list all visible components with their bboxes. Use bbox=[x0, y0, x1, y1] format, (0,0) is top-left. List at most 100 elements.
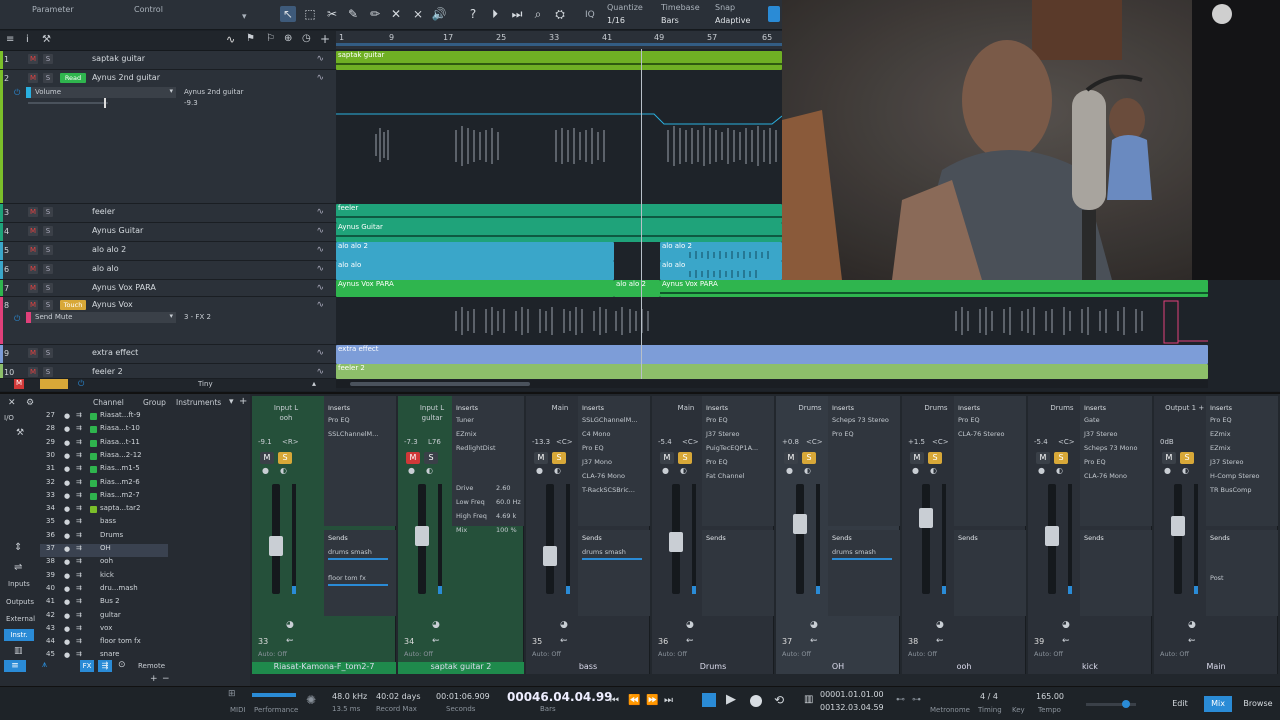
insert-slot[interactable]: Pro EQ bbox=[706, 416, 728, 424]
insert-slot[interactable]: TR BusComp bbox=[1210, 486, 1252, 494]
loop-range[interactable] bbox=[336, 43, 782, 46]
monitor-icon[interactable]: ◐ bbox=[1056, 466, 1063, 475]
playhead[interactable] bbox=[641, 49, 642, 379]
record-arm-icon[interactable]: ⇉ bbox=[76, 650, 82, 658]
autopunch-icon[interactable]: ⊶ bbox=[912, 695, 921, 705]
fader-cap[interactable] bbox=[919, 508, 933, 528]
sends-panel[interactable]: Sends drums smash floor tom fx bbox=[324, 530, 396, 616]
channel-list-item[interactable]: 43 ● ⇉ vox bbox=[40, 624, 168, 637]
insert-slot[interactable]: Pro EQ bbox=[706, 458, 728, 466]
automation-param-select[interactable]: Volume ▾ bbox=[26, 87, 176, 98]
eraser-tool-icon[interactable]: ✎ bbox=[345, 6, 361, 22]
automation-mode[interactable]: Auto: Off bbox=[404, 650, 433, 658]
channel-list-item[interactable]: 36 ● ⇉ Drums bbox=[40, 531, 168, 544]
monitor-icon[interactable]: ◐ bbox=[1182, 466, 1189, 475]
solo-button[interactable]: S bbox=[43, 283, 53, 293]
channel-list-item[interactable]: 37 ● ⇉ OH bbox=[40, 544, 168, 557]
loop-toggle-icon[interactable]: ▥ bbox=[804, 694, 813, 705]
automation-mode-badge[interactable]: Touch bbox=[60, 300, 86, 310]
mute-button[interactable]: M bbox=[28, 300, 38, 310]
insert-slot[interactable]: Pro EQ bbox=[958, 416, 980, 424]
plugin-param-value[interactable]: 2.60 bbox=[496, 484, 510, 492]
route-icon[interactable]: ⇜ bbox=[1188, 636, 1196, 646]
insert-slot[interactable]: Pro EQ bbox=[328, 416, 350, 424]
inserts-panel[interactable]: Inserts Scheps 73 Stereo Pro EQ bbox=[828, 396, 900, 526]
sends-panel[interactable]: Sends bbox=[1080, 530, 1152, 616]
mix-view-button[interactable]: Mix bbox=[1204, 696, 1232, 712]
sends-panel[interactable]: Sends drums smash bbox=[578, 530, 650, 616]
time-bars[interactable]: 00046.04.04.99 bbox=[507, 690, 613, 704]
browse-view-button[interactable]: Browse bbox=[1240, 696, 1276, 712]
pan-knob-icon[interactable]: ◕ bbox=[432, 620, 440, 630]
param-slider[interactable] bbox=[28, 98, 108, 108]
send-slot[interactable]: drums smash bbox=[582, 548, 626, 556]
audio-clip[interactable]: alo alo 2 bbox=[614, 280, 660, 297]
mute-button[interactable]: M bbox=[28, 73, 38, 83]
automation-icon[interactable]: ∿ bbox=[316, 367, 324, 377]
automation-icon[interactable]: ∿ bbox=[316, 348, 324, 358]
add-track-icon[interactable]: + bbox=[320, 32, 330, 46]
pan-value[interactable]: +0.8 bbox=[782, 438, 799, 446]
snap-icon[interactable]: ⛭ bbox=[552, 6, 568, 22]
insert-slot[interactable]: EZmix bbox=[456, 430, 477, 438]
channel-list-item[interactable]: 34 ● ⇉ sapta...tar2 bbox=[40, 504, 168, 517]
bend-tool-icon[interactable]: ⨯ bbox=[410, 6, 426, 22]
automation-mode[interactable]: Auto: Off bbox=[1034, 650, 1063, 658]
global-mute-button[interactable]: M bbox=[14, 379, 24, 389]
mute-button[interactable]: M bbox=[1162, 452, 1176, 464]
solo-button[interactable]: S bbox=[43, 54, 53, 64]
insert-slot[interactable]: T-RackSCSBric... bbox=[582, 486, 635, 494]
channel-list-item[interactable]: 30 ● ⇉ Riasa...2-12 bbox=[40, 451, 168, 464]
tempo-value[interactable]: 165.00 bbox=[1036, 692, 1064, 701]
track-row[interactable]: 5 M Salo alo 2 ∿ bbox=[0, 242, 336, 261]
add-icon[interactable]: + bbox=[239, 396, 247, 407]
route-icon[interactable]: ⇜ bbox=[1062, 636, 1070, 646]
inserts-panel[interactable]: Inserts Tuner EZmix RedlightDist Drive 2.60 Lo… bbox=[452, 396, 524, 534]
pan-value[interactable]: -5.4 bbox=[658, 438, 672, 446]
tools-icon[interactable]: ⚒ bbox=[16, 428, 24, 438]
pan-position[interactable]: L76 bbox=[428, 438, 441, 446]
solo-button[interactable]: S bbox=[43, 226, 53, 236]
record-icon[interactable]: ● bbox=[1038, 466, 1045, 475]
mixer-strip[interactable]: MainMix FX-5.4<C>MS●◐◕36⇜Auto: OffInsert… bbox=[652, 396, 774, 674]
inputs-button[interactable]: Inputs bbox=[8, 580, 30, 588]
insert-slot[interactable]: Scheps 73 Mono bbox=[1084, 444, 1137, 452]
close-icon[interactable]: ✕ bbox=[8, 398, 16, 408]
pan-knob-icon[interactable]: ◕ bbox=[686, 620, 694, 630]
link-icon[interactable]: ⇌ bbox=[14, 562, 22, 573]
automation-icon[interactable]: ∿ bbox=[316, 245, 324, 255]
insert-slot[interactable]: Pro EQ bbox=[1210, 416, 1232, 424]
record-arm-icon[interactable]: ⇉ bbox=[76, 504, 82, 512]
insert-slot[interactable]: PuigTecEQP1A... bbox=[706, 444, 758, 452]
tab-group[interactable]: Group bbox=[143, 398, 166, 407]
pan-knob-icon[interactable]: ◕ bbox=[936, 620, 944, 630]
channel-list-item[interactable]: 44 ● ⇉ floor tom fx bbox=[40, 637, 168, 650]
inserts-panel[interactable]: Inserts SSLGChannelM... C4 Mono Pro EQ J37 M… bbox=[578, 396, 650, 526]
split-tool-icon[interactable]: ✂ bbox=[324, 6, 340, 22]
time-signature[interactable]: 4 / 4 bbox=[980, 692, 998, 701]
audio-clip[interactable]: alo alo bbox=[660, 261, 782, 280]
automation-icon[interactable]: ∿ bbox=[316, 226, 324, 236]
monitor-icon[interactable]: ◐ bbox=[426, 466, 433, 475]
power-icon[interactable]: ⏻ bbox=[14, 88, 20, 98]
mute-button[interactable]: M bbox=[28, 283, 38, 293]
pan-position[interactable]: <C> bbox=[1058, 438, 1075, 446]
visible-icon[interactable]: ● bbox=[64, 412, 70, 420]
solo-button[interactable]: S bbox=[43, 264, 53, 274]
add-channel-icon[interactable]: + bbox=[150, 674, 158, 684]
automation-icon[interactable]: ∿ bbox=[316, 207, 324, 217]
automation-icon[interactable]: ∿ bbox=[316, 54, 324, 64]
monitor-icon[interactable]: ◐ bbox=[280, 466, 287, 475]
time-seconds[interactable]: 00:01:06.909 bbox=[436, 692, 490, 701]
mixer-strip[interactable]: DrumsMix FX+1.5<C>MS●◐◕38⇜Auto: OffInser… bbox=[902, 396, 1026, 674]
automation-param-select[interactable]: Send Mute ▾ bbox=[26, 312, 176, 323]
record-icon[interactable]: ● bbox=[262, 466, 269, 475]
insert-slot[interactable]: J37 Mono bbox=[582, 458, 612, 466]
track-row[interactable]: 3 M Sfeeler ∿ bbox=[0, 204, 336, 223]
track-name[interactable]: Aynus Guitar bbox=[92, 226, 143, 235]
insert-slot[interactable]: J37 Stereo bbox=[1084, 430, 1117, 438]
mute-button[interactable]: M bbox=[28, 264, 38, 274]
track-row[interactable]: 10 M Sfeeler 2 ∿ bbox=[0, 364, 336, 379]
solo-button[interactable]: S bbox=[424, 452, 438, 464]
marker-icon[interactable]: ⚑ bbox=[246, 33, 255, 44]
